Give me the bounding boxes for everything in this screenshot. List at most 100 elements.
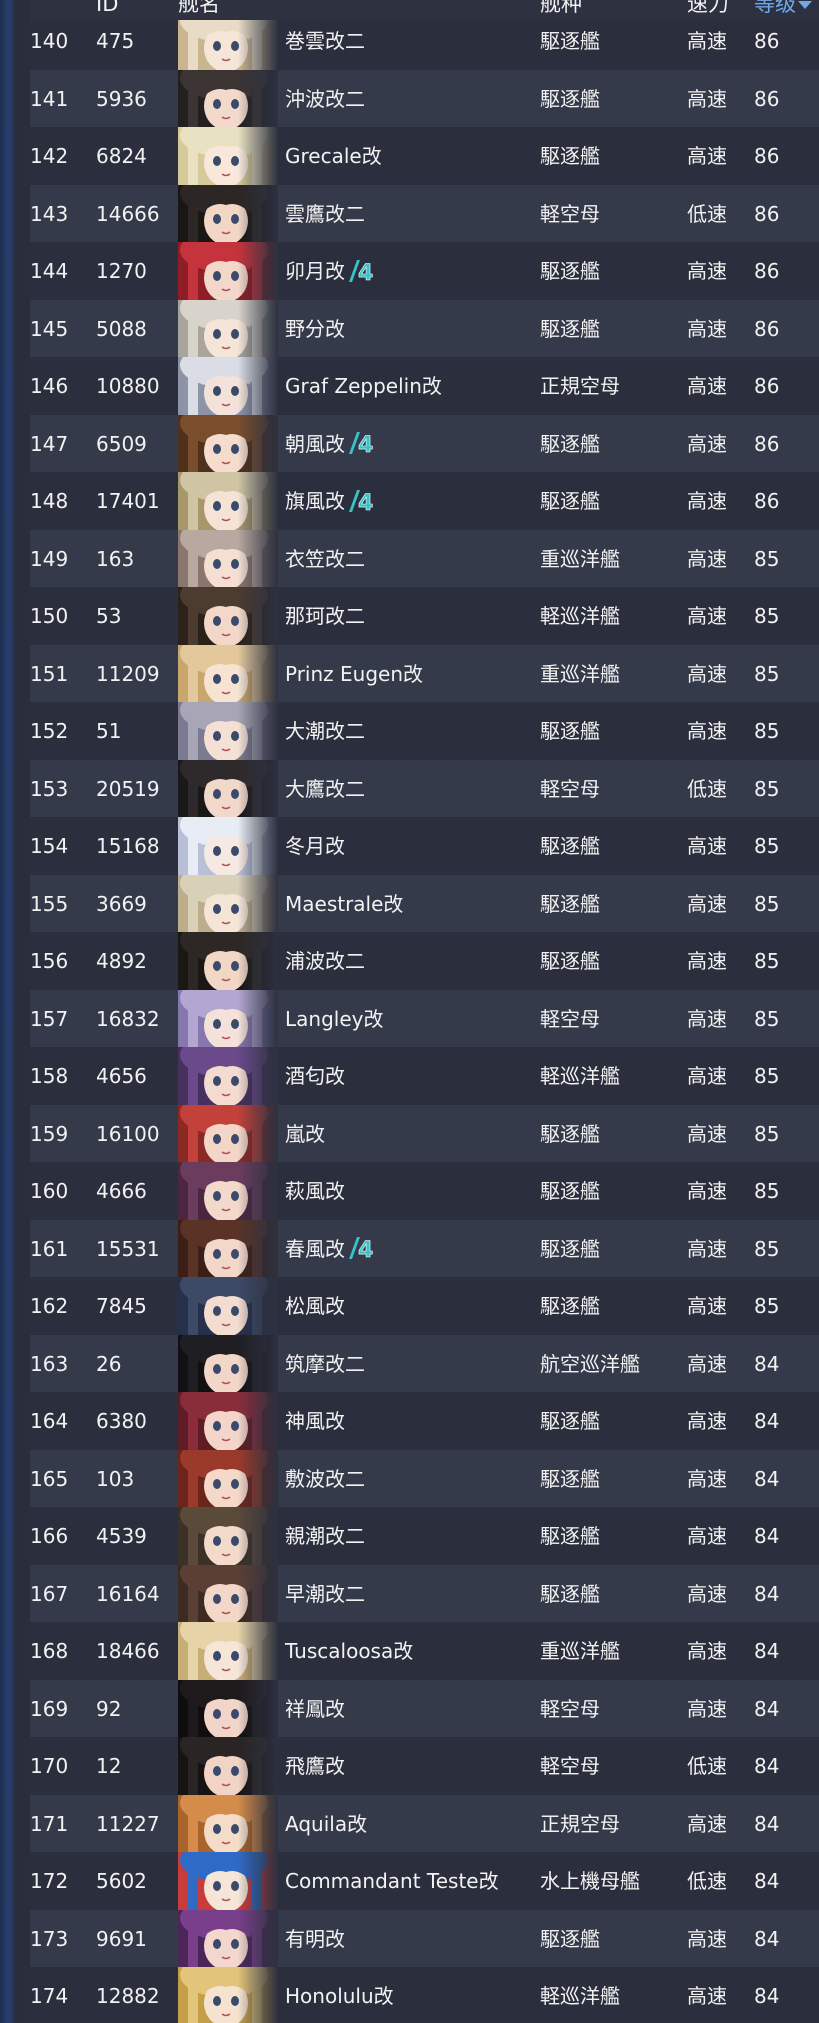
table-row[interactable]: 174 12882 Honolulu改 軽巡洋艦 高速 84 xyxy=(30,1967,819,2023)
table-row[interactable]: 172 5602 Commandant Teste改 水上機母艦 低速 84 xyxy=(30,1852,819,1910)
ship-name-cell[interactable]: Tuscaloosa改 xyxy=(285,1622,413,1680)
table-row[interactable]: 170 12 飛鷹改 軽空母 低速 84 xyxy=(30,1737,819,1795)
row-number: 155 xyxy=(30,891,69,916)
ship-name-cell[interactable]: Honolulu改 xyxy=(285,1967,394,2023)
table-row[interactable]: 158 4656 酒匂改 軽巡洋艦 高速 85 xyxy=(30,1047,819,1105)
table-row[interactable]: 167 16164 早潮改二 駆逐艦 高速 84 xyxy=(30,1564,819,1623)
table-row[interactable]: 144 1270 卯月改 4 駆逐艦 高速 86 xyxy=(30,242,819,300)
ship-name-cell[interactable]: 旗風改 4 xyxy=(285,472,373,530)
ship-name-cell[interactable]: 飛鷹改 xyxy=(285,1737,345,1795)
ship-name-cell[interactable]: 巻雲改二 xyxy=(285,12,365,70)
ship-name-cell[interactable]: 筑摩改二 xyxy=(285,1335,365,1393)
table-row[interactable]: 166 4539 親潮改二 駆逐艦 高速 84 xyxy=(30,1507,819,1565)
sidebar-gutter xyxy=(14,0,30,2023)
ship-type: 駆逐艦 xyxy=(540,1581,600,1606)
ship-name-cell[interactable]: 冬月改 xyxy=(285,817,345,875)
ship-name-cell[interactable]: 嵐改 xyxy=(285,1105,325,1163)
ship-name-cell[interactable]: Graf Zeppelin改 xyxy=(285,357,442,415)
ship-name: 祥鳳改 xyxy=(285,1696,345,1721)
ship-id: 163 xyxy=(96,546,135,571)
ship-name-cell[interactable]: Commandant Teste改 xyxy=(285,1852,499,1910)
header-speed[interactable]: 速力 xyxy=(687,0,729,15)
table-row[interactable]: 161 15531 春風改 4 駆逐艦 高速 85 xyxy=(30,1219,819,1278)
portrait-fade xyxy=(238,874,278,933)
ship-speed: 高速 xyxy=(687,719,727,743)
table-row[interactable]: 140 475 巻雲改二 駆逐艦 高速 86 xyxy=(30,12,819,70)
ship-name-cell[interactable]: 那珂改二 xyxy=(285,587,365,645)
table-row[interactable]: 171 11227 Aquila改 正規空母 高速 84 xyxy=(30,1794,819,1853)
ship-id: 51 xyxy=(96,719,122,743)
ship-name-cell[interactable]: 有明改 xyxy=(285,1910,345,1968)
ship-type: 軽巡洋艦 xyxy=(540,1984,620,2008)
table-row[interactable]: 169 92 祥鳳改 軽空母 高速 84 xyxy=(30,1679,819,1738)
table-row[interactable]: 173 9691 有明改 駆逐艦 高速 84 xyxy=(30,1909,819,1968)
table-row[interactable]: 156 4892 浦波改二 駆逐艦 高速 85 xyxy=(30,932,819,990)
ship-name-cell[interactable]: 雲鷹改二 xyxy=(285,185,365,243)
header-type[interactable]: 舰种 xyxy=(540,0,582,15)
table-row[interactable]: 145 5088 野分改 駆逐艦 高速 86 xyxy=(30,299,819,358)
ship-name-cell[interactable]: 大鷹改二 xyxy=(285,760,365,818)
ship-name-cell[interactable]: 敷波改二 xyxy=(285,1450,365,1508)
ship-name-cell[interactable]: 祥鳳改 xyxy=(285,1680,345,1738)
ship-name-cell[interactable]: 大潮改二 xyxy=(285,702,365,760)
ship-id: 7845 xyxy=(96,1294,147,1318)
table-row[interactable]: 163 26 筑摩改二 航空巡洋艦 高速 84 xyxy=(30,1334,819,1393)
ship-type: 水上機母艦 xyxy=(540,1869,640,1893)
ship-level: 84 xyxy=(754,1581,780,1606)
ship-id: 4539 xyxy=(96,1524,147,1548)
ship-level: 85 xyxy=(754,776,780,801)
ship-name-cell[interactable]: 神風改 xyxy=(285,1392,345,1450)
table-row[interactable]: 143 14666 雲鷹改二 軽空母 低速 86 xyxy=(30,184,819,243)
table-row[interactable]: 142 6824 Grecale改 駆逐艦 高速 86 xyxy=(30,127,819,185)
row-number: 144 xyxy=(30,259,69,283)
ship-name-cell[interactable]: 野分改 xyxy=(285,300,345,358)
ship-level: 86 xyxy=(754,374,780,398)
table-row[interactable]: 150 53 那珂改二 軽巡洋艦 高速 85 xyxy=(30,587,819,645)
ship-name-cell[interactable]: Aquila改 xyxy=(285,1795,367,1853)
table-row[interactable]: 147 6509 朝風改 4 駆逐艦 高速 86 xyxy=(30,414,819,473)
ship-name-cell[interactable]: 萩風改 xyxy=(285,1162,345,1220)
ship-name-cell[interactable]: 浦波改二 xyxy=(285,932,365,990)
ship-name: Graf Zeppelin改 xyxy=(285,374,442,398)
ship-speed: 高速 xyxy=(687,1121,727,1146)
table-row[interactable]: 162 7845 松風改 駆逐艦 高速 85 xyxy=(30,1277,819,1335)
ship-name-cell[interactable]: 親潮改二 xyxy=(285,1507,365,1565)
ship-id: 11209 xyxy=(96,661,160,686)
table-row[interactable]: 157 16832 Langley改 軽空母 高速 85 xyxy=(30,989,819,1048)
ship-name-cell[interactable]: 松風改 xyxy=(285,1277,345,1335)
table-row[interactable]: 149 163 衣笠改二 重巡洋艦 高速 85 xyxy=(30,529,819,588)
table-row[interactable]: 148 17401 旗風改 4 駆逐艦 高速 86 xyxy=(30,472,819,530)
table-row[interactable]: 153 20519 大鷹改二 軽空母 低速 85 xyxy=(30,759,819,818)
table-row[interactable]: 141 5936 沖波改二 駆逐艦 高速 86 xyxy=(30,69,819,128)
ship-portrait xyxy=(178,127,278,185)
ship-name: 有明改 xyxy=(285,1926,345,1951)
table-row[interactable]: 151 11209 Prinz Eugen改 重巡洋艦 高速 85 xyxy=(30,644,819,703)
ship-name-cell[interactable]: 早潮改二 xyxy=(285,1565,365,1623)
table-row[interactable]: 160 4666 萩風改 駆逐艦 高速 85 xyxy=(30,1162,819,1220)
header-level[interactable]: 等级 xyxy=(754,0,812,15)
ship-name-cell[interactable]: 沖波改二 xyxy=(285,70,365,128)
ship-name-cell[interactable]: Maestrale改 xyxy=(285,875,403,933)
table-row[interactable]: 165 103 敷波改二 駆逐艦 高速 84 xyxy=(30,1449,819,1508)
table-row[interactable]: 168 18466 Tuscaloosa改 重巡洋艦 高速 84 xyxy=(30,1622,819,1680)
ship-name-cell[interactable]: 朝風改 4 xyxy=(285,415,373,473)
ship-name-cell[interactable]: Grecale改 xyxy=(285,127,382,185)
row-number: 166 xyxy=(30,1524,69,1548)
ship-name-cell[interactable]: Langley改 xyxy=(285,990,383,1048)
table-row[interactable]: 152 51 大潮改二 駆逐艦 高速 85 xyxy=(30,702,819,760)
portrait-fade xyxy=(238,414,278,473)
ship-name-cell[interactable]: 春風改 4 xyxy=(285,1220,373,1278)
header-name[interactable]: 舰名 xyxy=(178,0,220,15)
ship-level: 86 xyxy=(754,259,780,283)
ship-name-cell[interactable]: 酒匂改 xyxy=(285,1047,345,1105)
ship-name-cell[interactable]: 卯月改 4 xyxy=(285,242,373,300)
header-id[interactable]: ID xyxy=(96,0,118,15)
ship-name-cell[interactable]: 衣笠改二 xyxy=(285,530,365,588)
table-row[interactable]: 154 15168 冬月改 駆逐艦 高速 85 xyxy=(30,817,819,875)
table-row[interactable]: 159 16100 嵐改 駆逐艦 高速 85 xyxy=(30,1104,819,1163)
table-row[interactable]: 146 10880 Graf Zeppelin改 正規空母 高速 86 xyxy=(30,357,819,415)
table-row[interactable]: 155 3669 Maestrale改 駆逐艦 高速 85 xyxy=(30,874,819,933)
ship-speed: 高速 xyxy=(687,1064,727,1088)
ship-name-cell[interactable]: Prinz Eugen改 xyxy=(285,645,423,703)
table-row[interactable]: 164 6380 神風改 駆逐艦 高速 84 xyxy=(30,1392,819,1450)
